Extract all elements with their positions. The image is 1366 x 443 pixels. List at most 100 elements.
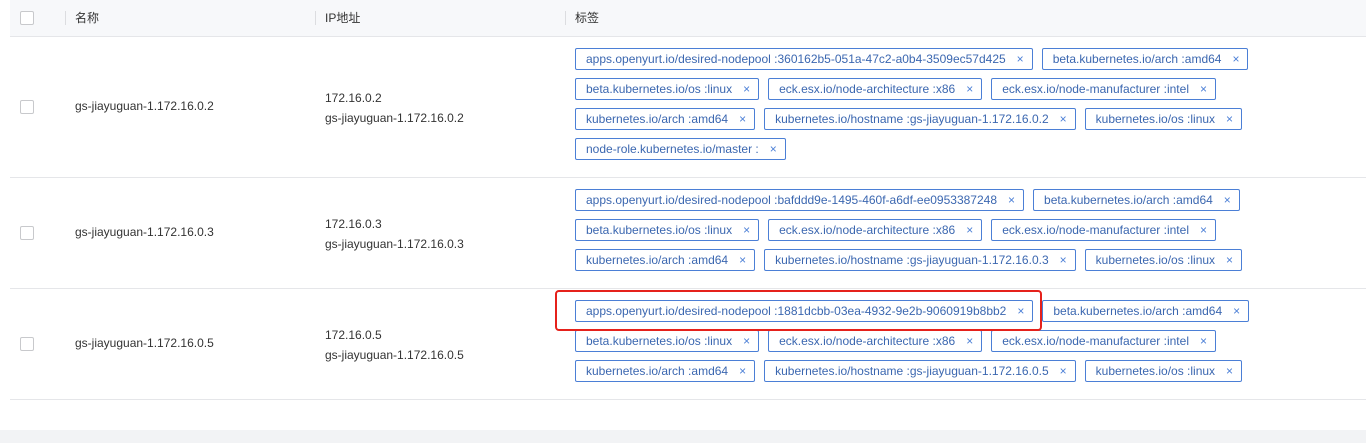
label-tag: kubernetes.io/arch :amd64 × xyxy=(575,360,756,382)
table-header: 名称 IP地址 标签 xyxy=(10,0,1366,37)
label-tag-text: eck.esx.io/node-architecture :x86 xyxy=(779,82,956,96)
table-row: gs-jiayuguan-1.172.16.0.2 172.16.0.2 gs-… xyxy=(10,37,1366,178)
node-name: gs-jiayuguan-1.172.16.0.3 xyxy=(75,225,214,239)
label-tag: kubernetes.io/hostname :gs-jiayuguan-1.1… xyxy=(764,249,1076,271)
label-tag-text: kubernetes.io/os :linux xyxy=(1095,364,1216,378)
column-header-name[interactable]: 名称 xyxy=(75,0,99,36)
label-tag-text: apps.openyurt.io/desired-nodepool :bafdd… xyxy=(586,193,997,207)
label-tag: eck.esx.io/node-architecture :x86 × xyxy=(768,78,983,100)
close-icon[interactable]: × xyxy=(1233,304,1240,318)
row-checkbox[interactable] xyxy=(20,337,34,351)
label-tag: kubernetes.io/arch :amd64 × xyxy=(575,108,756,130)
close-icon[interactable]: × xyxy=(966,82,973,96)
label-tag-text: node-role.kubernetes.io/master : xyxy=(586,142,759,156)
column-separator xyxy=(565,11,566,25)
label-tag-text: eck.esx.io/node-architecture :x86 xyxy=(779,223,956,237)
close-icon[interactable]: × xyxy=(1060,253,1067,267)
label-tag: kubernetes.io/arch :amd64 × xyxy=(575,249,756,271)
label-tag: beta.kubernetes.io/os :linux × xyxy=(575,78,760,100)
close-icon[interactable]: × xyxy=(743,223,750,237)
label-tag: kubernetes.io/os :linux × xyxy=(1084,249,1243,271)
label-tag-text: kubernetes.io/hostname :gs-jiayuguan-1.1… xyxy=(775,253,1049,267)
column-header-ip[interactable]: IP地址 xyxy=(325,0,360,36)
close-icon[interactable]: × xyxy=(966,334,973,348)
node-ip: 172.16.0.2 xyxy=(325,91,382,105)
node-ip: 172.16.0.3 xyxy=(325,217,382,231)
close-icon[interactable]: × xyxy=(743,334,750,348)
column-header-tags[interactable]: 标签 xyxy=(575,0,599,36)
label-tag: kubernetes.io/hostname :gs-jiayuguan-1.1… xyxy=(764,108,1076,130)
label-tag: eck.esx.io/node-manufacturer :intel × xyxy=(991,219,1216,241)
label-tag-text: beta.kubernetes.io/os :linux xyxy=(586,223,733,237)
select-all-checkbox[interactable] xyxy=(20,11,34,25)
close-icon[interactable]: × xyxy=(743,82,750,96)
close-icon[interactable]: × xyxy=(1200,82,1207,96)
close-icon[interactable]: × xyxy=(1226,112,1233,126)
close-icon[interactable]: × xyxy=(1017,52,1024,66)
node-ip: 172.16.0.5 xyxy=(325,328,382,342)
label-tag: beta.kubernetes.io/os :linux × xyxy=(575,330,760,352)
label-tag-text: beta.kubernetes.io/arch :amd64 xyxy=(1053,304,1223,318)
node-ip-cell: 172.16.0.2 gs-jiayuguan-1.172.16.0.2 xyxy=(325,88,464,128)
node-hostname: gs-jiayuguan-1.172.16.0.2 xyxy=(325,111,464,125)
close-icon[interactable]: × xyxy=(770,142,777,156)
label-tag: eck.esx.io/node-manufacturer :intel × xyxy=(991,330,1216,352)
close-icon[interactable]: × xyxy=(1200,223,1207,237)
label-tag: kubernetes.io/hostname :gs-jiayuguan-1.1… xyxy=(764,360,1076,382)
node-name: gs-jiayuguan-1.172.16.0.5 xyxy=(75,336,214,350)
node-name: gs-jiayuguan-1.172.16.0.2 xyxy=(75,99,214,113)
label-tag-text: eck.esx.io/node-architecture :x86 xyxy=(779,334,956,348)
label-tag: beta.kubernetes.io/arch :amd64 × xyxy=(1042,300,1250,322)
label-tag-text: beta.kubernetes.io/os :linux xyxy=(586,334,733,348)
label-tag: kubernetes.io/os :linux × xyxy=(1084,108,1243,130)
label-tag-text: beta.kubernetes.io/os :linux xyxy=(586,82,733,96)
node-ip-cell: 172.16.0.3 gs-jiayuguan-1.172.16.0.3 xyxy=(325,214,464,254)
label-tag-text: kubernetes.io/hostname :gs-jiayuguan-1.1… xyxy=(775,112,1049,126)
close-icon[interactable]: × xyxy=(1232,52,1239,66)
close-icon[interactable]: × xyxy=(1224,193,1231,207)
label-tag: eck.esx.io/node-architecture :x86 × xyxy=(768,219,983,241)
highlight-annotation-box xyxy=(555,290,1042,331)
tag-list: apps.openyurt.io/desired-nodepool :36016… xyxy=(575,48,1265,160)
close-icon[interactable]: × xyxy=(1200,334,1207,348)
label-tag: beta.kubernetes.io/os :linux × xyxy=(575,219,760,241)
column-separator xyxy=(65,11,66,25)
close-icon[interactable]: × xyxy=(1008,193,1015,207)
page-footer-bar xyxy=(0,430,1366,443)
tag-list: apps.openyurt.io/desired-nodepool :bafdd… xyxy=(575,189,1265,271)
label-tag-text: kubernetes.io/os :linux xyxy=(1095,112,1216,126)
label-tag: kubernetes.io/os :linux × xyxy=(1084,360,1243,382)
close-icon[interactable]: × xyxy=(1226,253,1233,267)
label-tag: beta.kubernetes.io/arch :amd64 × xyxy=(1033,189,1240,211)
label-tag-text: beta.kubernetes.io/arch :amd64 xyxy=(1052,52,1222,66)
close-icon[interactable]: × xyxy=(739,364,746,378)
row-checkbox[interactable] xyxy=(20,226,34,240)
row-checkbox[interactable] xyxy=(20,100,34,114)
label-tag: apps.openyurt.io/desired-nodepool :bafdd… xyxy=(575,189,1025,211)
label-tag-text: apps.openyurt.io/desired-nodepool :36016… xyxy=(586,52,1006,66)
label-tag-text: kubernetes.io/hostname :gs-jiayuguan-1.1… xyxy=(775,364,1049,378)
label-tag-text: beta.kubernetes.io/arch :amd64 xyxy=(1044,193,1213,207)
label-tag: apps.openyurt.io/desired-nodepool :36016… xyxy=(575,48,1033,70)
label-tag: node-role.kubernetes.io/master : × xyxy=(575,138,786,160)
label-tag-text: eck.esx.io/node-manufacturer :intel xyxy=(1002,223,1189,237)
node-hostname: gs-jiayuguan-1.172.16.0.3 xyxy=(325,237,464,251)
label-tag: eck.esx.io/node-manufacturer :intel × xyxy=(991,78,1216,100)
label-tag: beta.kubernetes.io/arch :amd64 × xyxy=(1041,48,1249,70)
node-ip-cell: 172.16.0.5 gs-jiayuguan-1.172.16.0.5 xyxy=(325,325,464,365)
label-tag-text: eck.esx.io/node-manufacturer :intel xyxy=(1002,334,1189,348)
label-tag-text: kubernetes.io/arch :amd64 xyxy=(586,364,729,378)
close-icon[interactable]: × xyxy=(1060,364,1067,378)
label-tag-text: kubernetes.io/os :linux xyxy=(1095,253,1216,267)
close-icon[interactable]: × xyxy=(739,253,746,267)
label-tag-text: eck.esx.io/node-manufacturer :intel xyxy=(1002,82,1189,96)
close-icon[interactable]: × xyxy=(1226,364,1233,378)
close-icon[interactable]: × xyxy=(1060,112,1067,126)
node-hostname: gs-jiayuguan-1.172.16.0.5 xyxy=(325,348,464,362)
close-icon[interactable]: × xyxy=(966,223,973,237)
close-icon[interactable]: × xyxy=(739,112,746,126)
label-tag-text: kubernetes.io/arch :amd64 xyxy=(586,112,729,126)
label-tag: eck.esx.io/node-architecture :x86 × xyxy=(768,330,983,352)
label-tag-text: kubernetes.io/arch :amd64 xyxy=(586,253,729,267)
column-separator xyxy=(315,11,316,25)
